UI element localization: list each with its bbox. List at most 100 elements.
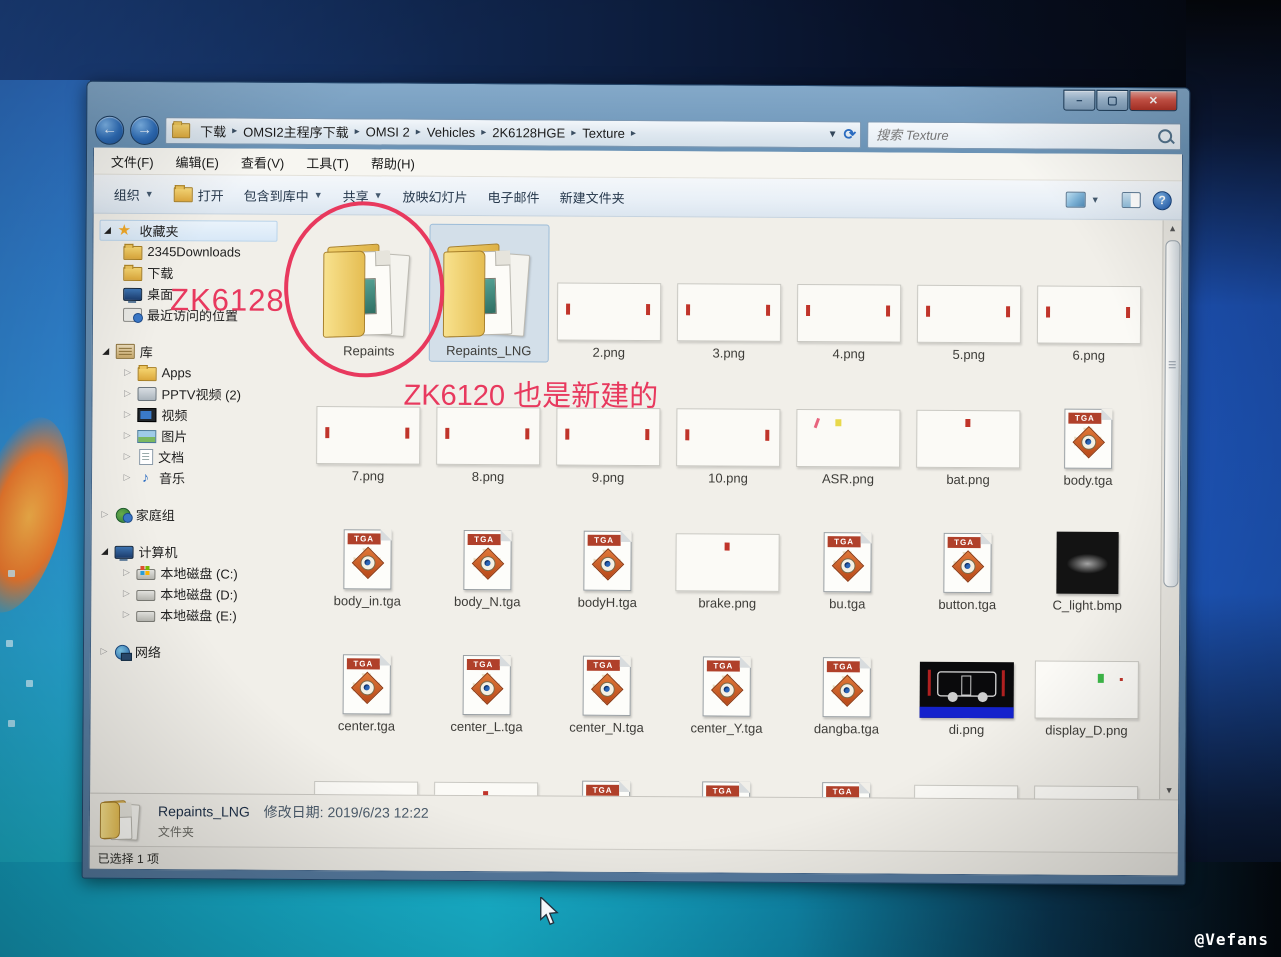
scroll-down-icon[interactable]: ▼ — [1160, 782, 1178, 799]
file-item-display_D.png[interactable]: display_D.png — [1026, 615, 1147, 741]
file-item[interactable] — [306, 736, 427, 800]
sidebar-item-2345downloads[interactable]: 2345Downloads — [99, 241, 299, 263]
sidebar-item-recent-places[interactable]: 最近访问的位置 — [99, 304, 299, 326]
twisty-icon[interactable]: ▷ — [123, 367, 133, 378]
toolbar-button-new-folder[interactable]: 新建文件夹 — [550, 182, 635, 212]
file-item-center.tga[interactable]: TGA center.tga — [306, 611, 427, 737]
menu-item[interactable]: 工具(T) — [297, 149, 358, 174]
sidebar-item-documents[interactable]: ▷ 文档 — [98, 446, 298, 468]
forward-button[interactable]: → — [130, 115, 160, 145]
file-item-bu.tga[interactable]: TGA bu.tga — [787, 489, 908, 615]
toolbar-button-share[interactable]: 共享 ▼ — [333, 181, 393, 210]
sidebar-section-computer[interactable]: ◢ 计算机 — [98, 541, 298, 563]
close-button[interactable]: ✕ — [1129, 90, 1178, 112]
file-item-body_N.tga[interactable]: TGA body_N.tga — [427, 487, 548, 613]
file-item-dangba.tga[interactable]: TGA dangba.tga — [786, 614, 907, 740]
refresh-icon[interactable]: ⟳ — [844, 125, 857, 143]
twisty-icon[interactable]: ▷ — [123, 388, 133, 399]
file-item[interactable] — [906, 740, 1027, 800]
twisty-icon[interactable]: ▷ — [122, 430, 132, 441]
menu-item[interactable]: 查看(V) — [232, 149, 293, 174]
menu-item[interactable]: 帮助(H) — [362, 150, 424, 175]
sidebar-item-videos[interactable]: ▷ 视频 — [98, 404, 298, 426]
file-item-7.png[interactable]: 7.png — [308, 361, 429, 487]
file-item-3.png[interactable]: 3.png — [669, 225, 790, 364]
twisty-icon[interactable]: ◢ — [103, 225, 113, 236]
toolbar-button-organize[interactable]: 组织 ▼ — [104, 179, 164, 208]
file-item[interactable] — [1026, 740, 1147, 800]
file-item[interactable]: TGA — [546, 737, 667, 800]
file-item-brake.png[interactable]: brake.png — [667, 488, 788, 614]
file-item-center_Y.tga[interactable]: TGA center_Y.tga — [666, 613, 787, 739]
search-icon[interactable] — [1158, 129, 1173, 144]
file-item-2.png[interactable]: 2.png — [549, 224, 670, 363]
file-item-5.png[interactable]: 5.png — [909, 227, 1030, 366]
file-item[interactable]: TGA — [666, 738, 787, 800]
scrollbar[interactable]: ▲ ▼ — [1159, 220, 1182, 800]
file-item-body.tga[interactable]: TGA body.tga — [1028, 365, 1149, 491]
file-item[interactable] — [426, 737, 547, 800]
minimize-button[interactable]: – — [1063, 89, 1096, 111]
file-item-center_L.tga[interactable]: TGA center_L.tga — [426, 612, 547, 738]
views-button[interactable]: ▼ — [1056, 187, 1110, 213]
sidebar-item-pictures[interactable]: ▷ 图片 — [98, 425, 298, 447]
sidebar-section-homegroup[interactable]: ▷ 家庭组 — [98, 504, 298, 526]
menu-item[interactable]: 文件(F) — [102, 148, 163, 173]
file-item[interactable]: TGA — [786, 739, 907, 800]
toolbar-button-include-in-library[interactable]: 包含到库中 ▼ — [234, 180, 333, 210]
file-item-4.png[interactable]: 4.png — [789, 226, 910, 365]
twisty-icon[interactable]: ▷ — [100, 509, 110, 520]
twisty-icon[interactable]: ▷ — [122, 451, 132, 462]
back-button[interactable]: ← — [95, 115, 125, 145]
breadcrumb-dropdown-icon[interactable]: ▼ — [828, 129, 838, 140]
breadcrumb-segment[interactable]: 下载 ▸ — [196, 119, 239, 142]
file-item-body_in.tga[interactable]: TGA body_in.tga — [307, 486, 428, 612]
sidebar-item-music[interactable]: ▷ ♪ 音乐 — [98, 467, 298, 489]
file-item-di.png[interactable]: di.png — [906, 615, 1027, 741]
twisty-icon[interactable]: ▷ — [121, 609, 131, 620]
help-button[interactable]: ? — [1152, 190, 1172, 210]
file-item-Repaints[interactable]: Repaints — [309, 223, 430, 362]
sidebar-section-network[interactable]: ▷ 网络 — [97, 641, 297, 663]
search-input[interactable] — [874, 125, 1159, 145]
twisty-icon[interactable]: ◢ — [100, 546, 110, 557]
breadcrumb-segment[interactable]: 2K6128HGE ▸ — [488, 123, 578, 143]
sidebar-item-pptv-videos[interactable]: ▷ PPTV视频 (2) — [98, 383, 298, 405]
scroll-up-icon[interactable]: ▲ — [1164, 220, 1182, 237]
sidebar-item-disk-d[interactable]: ▷ 本地磁盘 (D:) — [97, 583, 297, 605]
file-item-center_N.tga[interactable]: TGA center_N.tga — [546, 612, 667, 738]
file-item-C_light.bmp[interactable]: C_light.bmp — [1027, 490, 1148, 616]
sidebar-item-disk-e[interactable]: ▷ 本地磁盘 (E:) — [97, 604, 297, 626]
breadcrumb-segment[interactable]: Texture ▸ — [578, 123, 638, 142]
sidebar-section-libraries[interactable]: ◢ 库 — [99, 341, 299, 363]
twisty-icon[interactable]: ▷ — [122, 472, 132, 483]
twisty-icon[interactable]: ▷ — [99, 646, 109, 657]
sidebar-section-favorites[interactable]: ◢ ★ 收藏夹 — [99, 219, 278, 242]
file-item-button.tga[interactable]: TGA button.tga — [907, 490, 1028, 616]
file-item-6.png[interactable]: 6.png — [1029, 227, 1150, 366]
sidebar-item-downloads[interactable]: 下载 — [99, 262, 299, 284]
twisty-icon[interactable]: ▷ — [121, 588, 131, 599]
preview-pane-button[interactable] — [1121, 191, 1141, 209]
file-item-9.png[interactable]: 9.png — [548, 362, 669, 488]
file-item-8.png[interactable]: 8.png — [428, 362, 549, 488]
sidebar-item-desktop[interactable]: 桌面 — [99, 283, 299, 305]
file-item-bodyH.tga[interactable]: TGA bodyH.tga — [547, 487, 668, 613]
scrollbar-thumb[interactable] — [1163, 240, 1181, 588]
file-item-10.png[interactable]: 10.png — [668, 363, 789, 489]
search-box[interactable] — [867, 120, 1182, 150]
twisty-icon[interactable]: ▷ — [121, 567, 131, 578]
maximize-button[interactable]: ▢ — [1096, 89, 1129, 112]
breadcrumb-segment[interactable]: Vehicles ▸ — [423, 122, 489, 141]
file-item-ASR.png[interactable]: ASR.png — [788, 364, 909, 490]
menu-item[interactable]: 编辑(E) — [166, 149, 227, 174]
breadcrumb[interactable]: 下载 ▸ OMSI2主程序下载 ▸ OMSI 2 ▸ Vehicles ▸ 2K6128HGE ▸… — [165, 116, 862, 148]
breadcrumb-segment[interactable]: OMSI 2 ▸ — [362, 122, 423, 141]
file-item-bat.png[interactable]: bat.png — [908, 365, 1029, 491]
file-item-Repaints_LNG[interactable]: Repaints_LNG — [428, 223, 550, 363]
toolbar-button-slideshow[interactable]: 放映幻灯片 — [392, 181, 477, 211]
breadcrumb-segment[interactable]: OMSI2主程序下载 ▸ — [239, 119, 362, 143]
sidebar-item-apps[interactable]: ▷ Apps — [99, 362, 299, 384]
twisty-icon[interactable]: ◢ — [101, 346, 111, 357]
twisty-icon[interactable]: ▷ — [122, 409, 132, 420]
